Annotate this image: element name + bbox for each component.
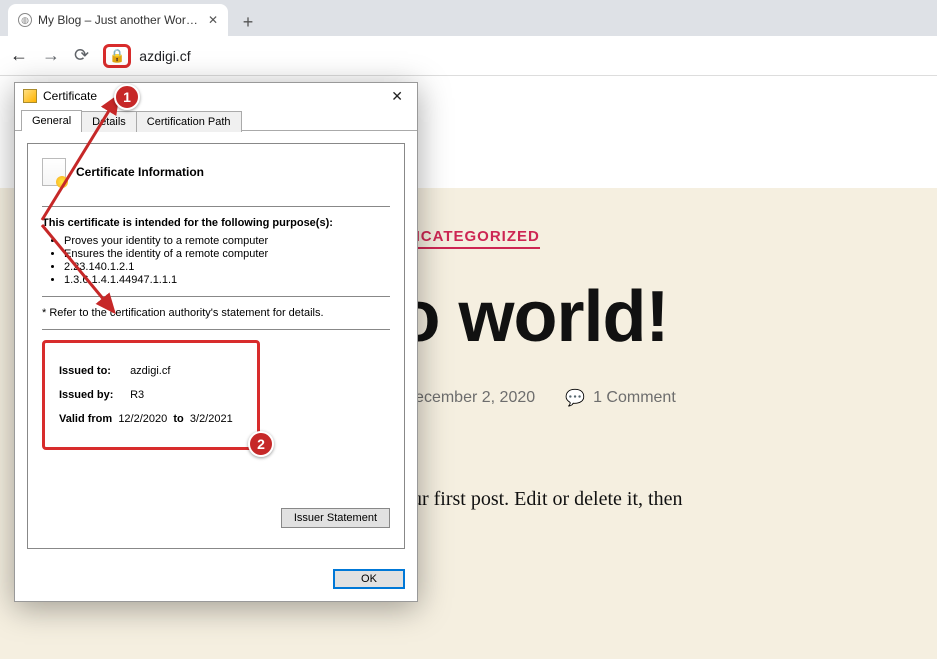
issued-by-value: R3 [130, 389, 144, 401]
issued-to-value: azdigi.cf [130, 365, 170, 377]
url-text: azdigi.cf [139, 48, 190, 64]
valid-row: Valid from 12/2/2020 to 3/2/2021 [59, 413, 243, 425]
purpose-item: Ensures the identity of a remote compute… [64, 248, 390, 260]
dialog-title-text: Certificate [43, 89, 97, 103]
comments-meta[interactable]: 💬 1 Comment [565, 388, 676, 408]
date-text: December 2, 2020 [404, 389, 536, 407]
category-link[interactable]: UNCATEGORIZED [397, 228, 540, 249]
annotation-badge-1: 1 [114, 84, 140, 110]
dialog-footer: OK [15, 561, 417, 601]
back-button[interactable]: ← [10, 45, 28, 66]
cert-heading: Certificate Information [42, 158, 390, 196]
separator [42, 296, 390, 297]
comments-text: 1 Comment [593, 389, 676, 407]
cert-details-highlight: Issued to: azdigi.cf Issued by: R3 Valid… [42, 340, 260, 450]
tab-title: My Blog – Just another WordPres [38, 13, 202, 27]
valid-from-label: Valid from [59, 413, 112, 425]
lock-icon[interactable]: 🔒 [109, 48, 125, 64]
annotation-badge-2: 2 [248, 431, 274, 457]
ok-button[interactable]: OK [333, 569, 405, 589]
certificate-icon [23, 89, 37, 103]
issued-to-label: Issued to: [59, 365, 127, 377]
forward-button[interactable]: → [42, 45, 60, 66]
certificate-dialog: Certificate ✕ General Details Certificat… [14, 82, 418, 602]
url-field[interactable]: 🔒 azdigi.cf [103, 44, 927, 68]
tab-bar: ◍ My Blog – Just another WordPres ✕ + [0, 0, 937, 36]
issued-by-row: Issued by: R3 [59, 389, 243, 401]
dialog-close-button[interactable]: ✕ [385, 86, 409, 107]
valid-from-value: 12/2/2020 [118, 413, 167, 425]
valid-to-label: to [173, 413, 183, 425]
dialog-body: Certificate Information This certificate… [15, 131, 417, 561]
cert-heading-text: Certificate Information [76, 165, 204, 179]
purpose-item: Proves your identity to a remote compute… [64, 235, 390, 247]
purpose-list: Proves your identity to a remote compute… [64, 235, 390, 286]
close-tab-icon[interactable]: ✕ [208, 13, 218, 27]
globe-icon: ◍ [18, 13, 32, 27]
browser-tab[interactable]: ◍ My Blog – Just another WordPres ✕ [8, 4, 228, 36]
browser-chrome: ◍ My Blog – Just another WordPres ✕ + ← … [0, 0, 937, 76]
purpose-item: 1.3.6.1.4.1.44947.1.1.1 [64, 274, 390, 286]
purpose-item: 2.23.140.1.2.1 [64, 261, 390, 273]
separator [42, 206, 390, 207]
dialog-titlebar[interactable]: Certificate ✕ [15, 83, 417, 109]
issued-to-row: Issued to: azdigi.cf [59, 365, 243, 377]
dialog-tabs: General Details Certification Path [15, 109, 417, 131]
refer-text: * Refer to the certification authority's… [42, 307, 390, 319]
issuer-statement-button[interactable]: Issuer Statement [281, 508, 390, 528]
new-tab-button[interactable]: + [234, 8, 262, 36]
tab-general[interactable]: General [21, 110, 82, 131]
tab-details[interactable]: Details [81, 111, 137, 132]
issued-by-label: Issued by: [59, 389, 127, 401]
lock-highlight: 🔒 [103, 44, 131, 68]
reload-button[interactable]: ⟳ [74, 45, 89, 66]
tab-certification-path[interactable]: Certification Path [136, 111, 242, 132]
dialog-button-row: Issuer Statement [42, 504, 390, 528]
certificate-large-icon [42, 158, 66, 186]
separator [42, 329, 390, 330]
purpose-title: This certificate is intended for the fol… [42, 217, 390, 229]
valid-to-value: 3/2/2021 [190, 413, 233, 425]
comment-icon: 💬 [565, 388, 585, 408]
address-bar: ← → ⟳ 🔒 azdigi.cf [0, 36, 937, 76]
dialog-inner: Certificate Information This certificate… [27, 143, 405, 549]
